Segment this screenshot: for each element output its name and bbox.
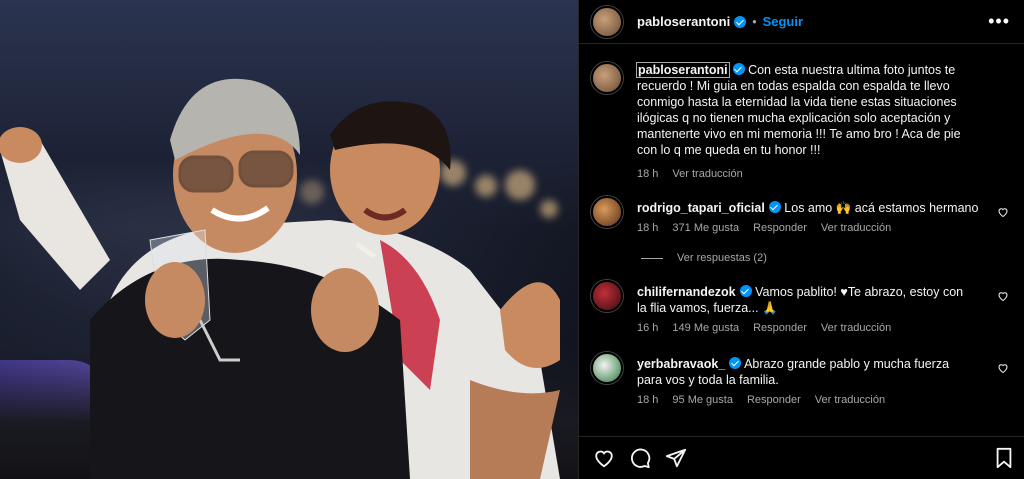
follow-button[interactable]: Seguir: [763, 14, 803, 29]
replies-line: [641, 257, 663, 259]
view-replies[interactable]: Ver respuestas (2): [641, 252, 1011, 264]
comment: yerbabravaok_ Abrazo grande pablo y much…: [591, 352, 1011, 406]
instagram-post: pabloserantoni • Seguir ••• pabloseranto…: [0, 0, 1024, 479]
more-options-icon[interactable]: •••: [988, 11, 1010, 32]
comment-time[interactable]: 18 h: [637, 222, 658, 234]
caption-time[interactable]: 18 h: [637, 168, 658, 180]
verified-badge-icon: [729, 357, 742, 369]
caption-text: Con esta nuestra ultima foto juntos te r…: [637, 63, 961, 157]
comment-likes[interactable]: 95 Me gusta: [672, 394, 733, 406]
comment-likes[interactable]: 149 Me gusta: [672, 322, 739, 334]
reply-link[interactable]: Responder: [753, 222, 807, 234]
comment-time[interactable]: 18 h: [637, 394, 658, 406]
verified-badge-icon: [734, 15, 747, 28]
view-replies-label[interactable]: Ver respuestas (2): [677, 252, 767, 264]
caption-username[interactable]: pabloserantoni: [636, 62, 730, 78]
two-men-photo-illustration: [0, 78, 560, 479]
comment-text: Los amo 🙌 acá estamos hermano: [784, 201, 979, 215]
translate-link[interactable]: Ver traducción: [821, 222, 891, 234]
comment-icon[interactable]: [629, 447, 651, 469]
verified-badge-icon: [739, 285, 752, 297]
comment-username[interactable]: rodrigo_tapari_oficial: [637, 201, 765, 215]
reply-link[interactable]: Responder: [747, 394, 801, 406]
verified-badge-icon: [768, 201, 781, 213]
avatar[interactable]: [591, 62, 623, 94]
comment-username[interactable]: yerbabravaok_: [637, 357, 725, 371]
like-heart-icon[interactable]: [997, 290, 1009, 302]
caption: pabloserantoni Con esta nuestra ultima f…: [591, 62, 1011, 180]
comment: chilifernandezok Vamos pablito! ♥Te abra…: [591, 280, 1011, 334]
action-bar: [579, 436, 1024, 479]
comment-time[interactable]: 16 h: [637, 322, 658, 334]
comments-list: pabloserantoni Con esta nuestra ultima f…: [579, 44, 1024, 436]
reply-link[interactable]: Responder: [753, 322, 807, 334]
like-heart-icon[interactable]: [997, 206, 1009, 218]
avatar[interactable]: [591, 352, 623, 384]
post-sidebar: pabloserantoni • Seguir ••• pabloseranto…: [578, 0, 1024, 479]
comment-likes[interactable]: 371 Me gusta: [672, 222, 739, 234]
avatar[interactable]: [591, 5, 623, 38]
separator-dot: •: [752, 14, 757, 29]
translate-link[interactable]: Ver traducción: [672, 168, 742, 180]
like-heart-icon[interactable]: [997, 362, 1009, 374]
translate-link[interactable]: Ver traducción: [815, 394, 885, 406]
post-photo[interactable]: [0, 0, 578, 479]
save-icon[interactable]: [993, 447, 1015, 469]
avatar[interactable]: [591, 196, 623, 228]
avatar[interactable]: [591, 280, 623, 312]
comment: rodrigo_tapari_oficial Los amo 🙌 acá est…: [591, 196, 1011, 234]
heart-icon[interactable]: [593, 447, 615, 469]
share-icon[interactable]: [665, 447, 687, 469]
post-header: pabloserantoni • Seguir •••: [579, 0, 1024, 44]
comment-username[interactable]: chilifernandezok: [637, 285, 736, 299]
verified-badge-icon: [732, 63, 745, 75]
translate-link[interactable]: Ver traducción: [821, 322, 891, 334]
header-username[interactable]: pabloserantoni: [637, 14, 730, 29]
